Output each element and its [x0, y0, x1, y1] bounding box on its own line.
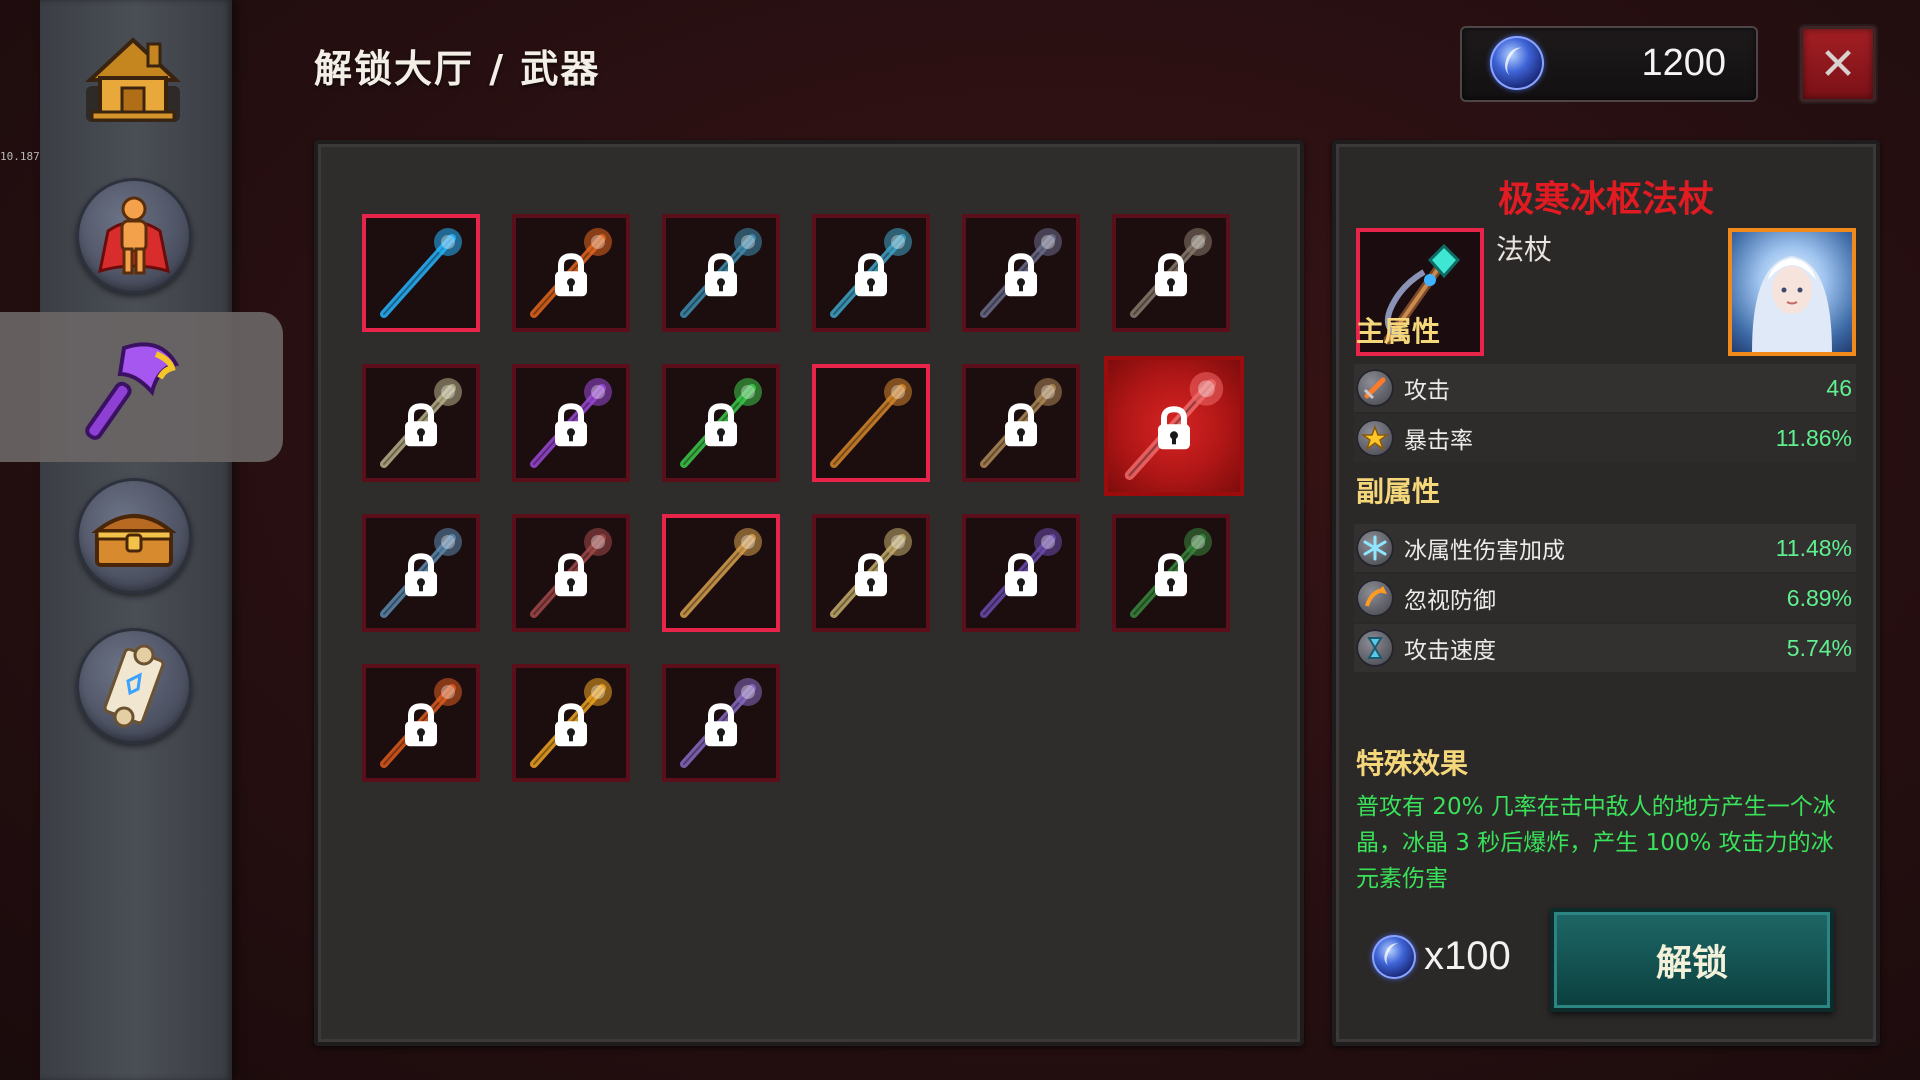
weapon-grid-panel — [314, 140, 1304, 1046]
wooden-sword-icon — [680, 528, 762, 618]
sub-stat-row: 攻击速度 5.74% — [1354, 624, 1856, 672]
sub-stat-label: 攻击速度 — [1404, 638, 1496, 664]
unlock-cost-amount: x100 — [1424, 934, 1511, 978]
hourglass-icon — [1356, 629, 1394, 667]
sub-stat-value: 6.89% — [1786, 584, 1852, 611]
sub-stat-label: 忽视防御 — [1404, 588, 1496, 614]
weapon-slot-thorn-staff[interactable] — [962, 214, 1080, 332]
snowflake-icon — [1356, 529, 1394, 567]
weapon-type: 法杖 — [1496, 233, 1553, 266]
weapon-slot-void-staff[interactable] — [512, 364, 630, 482]
weapon-slot-fire-tome[interactable] — [512, 664, 630, 782]
ice-staff-icon — [380, 228, 462, 318]
character-portrait — [1728, 228, 1856, 356]
weapon-slot-winged-bow[interactable] — [812, 214, 930, 332]
page-title: 解锁大厅 / 武器 — [314, 47, 601, 91]
weapon-slot-flame-staff[interactable] — [362, 664, 480, 782]
weapon-slot-bronze-sword[interactable] — [812, 364, 930, 482]
currency-amount: 1200 — [1641, 42, 1726, 84]
treasure-chest-icon — [91, 514, 177, 567]
arrow-icon — [1356, 579, 1394, 617]
weapon-slot-war-hammer[interactable] — [962, 364, 1080, 482]
weapon-detail-panel: 极寒冰枢法杖 法杖 主属性 攻击 46 暴击率 11.86% 副属性 冰属性伤害加成 1… — [1332, 140, 1880, 1046]
sub-stat-value: 5.74% — [1786, 634, 1852, 661]
sub-stat-label: 冰属性伤害加成 — [1404, 538, 1565, 564]
weapon-slot-serpent-spear[interactable] — [1112, 514, 1230, 632]
bronze-sword-icon — [830, 378, 912, 468]
main-stat-row: 暴击率 11.86% — [1354, 414, 1856, 462]
weapon-slot-stone-hammer[interactable] — [1112, 214, 1230, 332]
weapon-slot-spiked-mace[interactable] — [662, 664, 780, 782]
debug-text: 10.187 — [0, 150, 40, 163]
sub-stat-value: 11.48% — [1775, 534, 1852, 561]
special-effect-title: 特殊效果 — [1356, 747, 1469, 780]
weapon-slot-twin-blade[interactable] — [812, 514, 930, 632]
sidebar-item-chest[interactable] — [76, 478, 192, 594]
scroll-icon — [103, 644, 165, 728]
weapon-slot-ice-staff[interactable] — [362, 214, 480, 332]
main-stat-value: 11.86% — [1775, 424, 1852, 451]
character-portrait-image — [1752, 256, 1832, 352]
hero-icon — [98, 196, 170, 275]
main-stats-title: 主属性 — [1356, 315, 1441, 348]
currency-display: 1200 — [1460, 26, 1758, 102]
main-stat-row: 攻击 46 — [1354, 364, 1856, 412]
weapon-slot-wooden-sword[interactable] — [662, 514, 780, 632]
blue-orb-icon — [1372, 934, 1416, 979]
sub-stat-row: 忽视防御 6.89% — [1354, 574, 1856, 622]
weapon-slot-winged-sword[interactable] — [362, 364, 480, 482]
special-effect-text: 普攻有 20% 几率在击中敌人的地方产生一个冰晶，冰晶 3 秒后爆炸，产生 10… — [1356, 794, 1836, 892]
weapon-slot-fire-scepter[interactable] — [512, 214, 630, 332]
blue-orb-icon — [1490, 36, 1544, 90]
sword-icon — [1356, 369, 1394, 407]
weapon-slot-dark-spear[interactable] — [662, 214, 780, 332]
sidebar-item-weapons[interactable] — [80, 330, 190, 440]
home-icon — [84, 37, 182, 122]
weapon-slot-arcane-tome[interactable] — [962, 514, 1080, 632]
weapon-name: 极寒冰枢法杖 — [1497, 179, 1714, 220]
weapon-slot-shadow-blade[interactable] — [512, 514, 630, 632]
main-stat-label: 暴击率 — [1404, 428, 1473, 454]
sidebar-item-hero[interactable] — [76, 178, 192, 294]
weapon-slot-rune-hammer[interactable] — [362, 514, 480, 632]
unlock-cost: x100 — [1372, 934, 1511, 979]
weapon-slot-emerald-staff[interactable] — [662, 364, 780, 482]
star-icon — [1356, 419, 1394, 457]
sub-stats-title: 副属性 — [1356, 475, 1441, 508]
close-button[interactable]: ✕ — [1800, 26, 1876, 102]
sidebar-item-scroll[interactable] — [76, 628, 192, 744]
weapon-slot-frost-pivot-staff[interactable] — [1104, 356, 1244, 496]
axe-icon — [85, 342, 180, 440]
sub-stat-row: 冰属性伤害加成 11.48% — [1354, 524, 1856, 572]
main-stat-value: 46 — [1826, 374, 1852, 401]
unlock-button[interactable]: 解锁 — [1550, 908, 1834, 1012]
main-stat-label: 攻击 — [1404, 378, 1450, 404]
sidebar-item-home[interactable] — [78, 26, 188, 136]
